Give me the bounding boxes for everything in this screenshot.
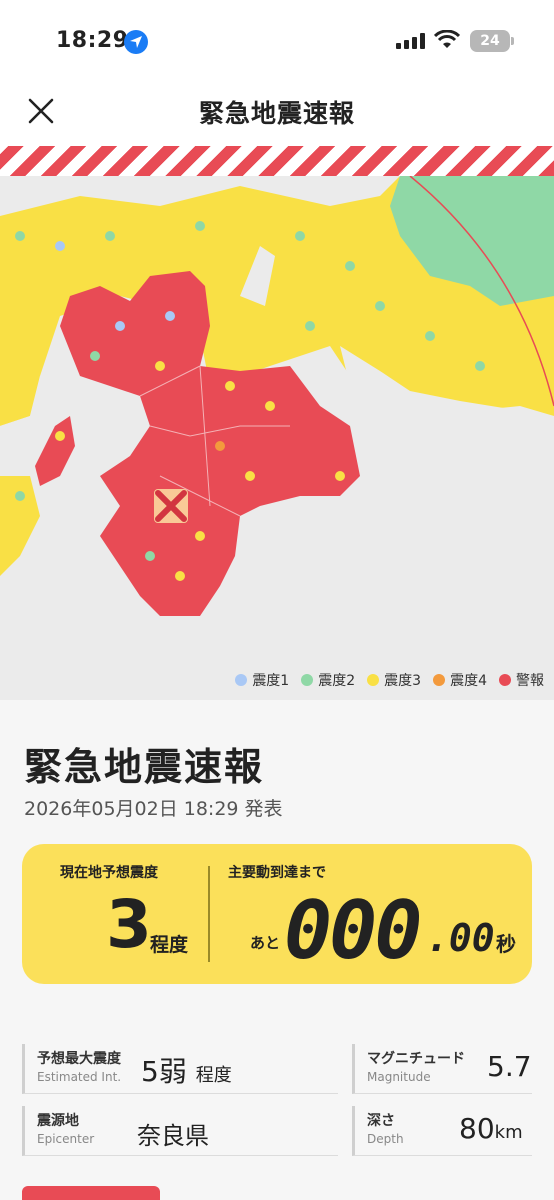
battery-tip: [511, 37, 514, 45]
location-arrow-icon: [124, 30, 148, 54]
alert-panel: 緊急地震速報 2026年05月02日 18:29 発表 現在地予想震度 3 程度…: [0, 700, 554, 1200]
detail-sub: Epicenter: [37, 1132, 95, 1146]
detail-label: 予想最大震度: [37, 1051, 121, 1067]
arrival-label: 主要動到達まで: [228, 865, 326, 881]
legend-swatch: [235, 674, 248, 686]
card-divider: [208, 866, 210, 962]
legend-swatch: [433, 674, 446, 686]
magnitude-value: 5.7: [487, 1050, 532, 1083]
legend-label: 震度1: [252, 673, 290, 689]
issued-time: 2026年05月02日 18:29 発表: [24, 798, 283, 820]
legend-label: 震度2: [318, 673, 356, 689]
countdown-unit: 秒: [496, 932, 516, 956]
intensity-map[interactable]: 震度1 震度2 震度3 震度4 警報: [0, 176, 554, 700]
page-title: 緊急地震速報: [198, 99, 355, 128]
hazard-stripe: [0, 146, 554, 176]
detail-sub: Depth: [367, 1132, 404, 1146]
local-intensity-unit: 程度: [150, 934, 189, 956]
status-time: 18:29: [56, 28, 129, 53]
map-legend: 震度1 震度2 震度3 震度4 警報: [235, 670, 544, 690]
legend-label: 震度4: [450, 673, 487, 689]
max-intensity-detail: 予想最大震度 Estimated Int. 5弱 程度: [22, 1044, 338, 1094]
depth-unit: km: [494, 1122, 523, 1143]
legend-item: 震度3: [367, 670, 421, 690]
legend-item: 震度4: [433, 670, 487, 690]
legend-label: 警報: [516, 673, 544, 689]
depth-value: 80: [459, 1112, 495, 1145]
epicenter-detail: 震源地 Epicenter 奈良県: [22, 1106, 338, 1156]
status-bar: 18:29 24: [0, 0, 554, 86]
cellular-signal-icon: [396, 33, 426, 49]
local-intensity-label: 現在地予想震度: [60, 865, 158, 881]
battery-icon: 24: [470, 30, 510, 52]
detail-sub: Estimated Int.: [37, 1070, 122, 1084]
legend-item: 震度2: [301, 670, 355, 690]
alert-title: 緊急地震速報: [24, 745, 265, 789]
countdown-decimal: .00: [426, 916, 495, 960]
epicenter-value: 奈良県: [137, 1122, 209, 1150]
legend-label: 震度3: [384, 673, 422, 689]
depth-detail: 深さ Depth 80km: [352, 1106, 532, 1156]
legend-swatch: [301, 674, 314, 686]
arrival-prefix: あと: [250, 934, 281, 952]
legend-swatch: [367, 674, 380, 686]
detail-label: マグニチュード: [367, 1051, 465, 1067]
wifi-icon: [434, 30, 460, 48]
nav-bar: 緊急地震速報: [0, 86, 554, 146]
max-intensity-value: 5弱: [141, 1055, 187, 1088]
detail-value: 80km: [459, 1112, 523, 1145]
max-intensity-unit: 程度: [195, 1065, 232, 1086]
map-graphic: [0, 176, 554, 700]
detail-label: 震源地: [37, 1113, 79, 1129]
detail-sub: Magnitude: [367, 1070, 431, 1084]
detail-value: 5弱 程度: [141, 1050, 232, 1090]
magnitude-detail: マグニチュード Magnitude 5.7: [352, 1044, 532, 1094]
intensity-card: 現在地予想震度 3 程度 主要動到達まで あと 000 .00 秒: [22, 844, 532, 984]
legend-item: 震度1: [235, 670, 289, 690]
legend-item: 警報: [499, 670, 544, 690]
legend-swatch: [499, 674, 511, 686]
countdown-seconds: 000: [284, 884, 422, 977]
detail-label: 深さ: [367, 1113, 395, 1129]
epicenter-marker: [154, 489, 188, 523]
local-intensity-value: 3: [106, 886, 152, 963]
bottom-action-button[interactable]: [22, 1186, 160, 1200]
